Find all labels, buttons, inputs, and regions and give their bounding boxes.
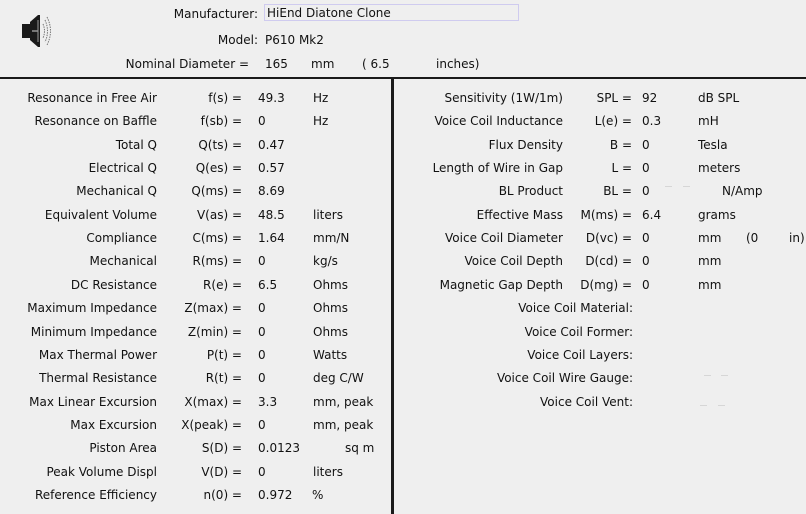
- param-label: Reference Efficiency: [34, 487, 157, 502]
- param-symbol: X(peak) =: [181, 417, 242, 432]
- param-unit: mm: [698, 277, 722, 292]
- field-label: Voice Coil Layers:: [527, 347, 633, 362]
- field-label: Voice Coil Wire Gauge:: [496, 371, 633, 386]
- manufacturer-value: HiEnd Diatone Clone: [267, 6, 391, 20]
- diameter-inches-unit: inches): [436, 57, 480, 71]
- voice-coil-field-row: Voice Coil Material:: [0, 300, 806, 316]
- param-symbol: D(mg) =: [580, 277, 632, 292]
- param-unit: Tesla: [698, 137, 728, 152]
- param-unit: grams: [698, 207, 736, 222]
- diameter-mm-unit: mm: [311, 57, 335, 71]
- right-param-row: Effective Mass M(ms) = 6.4 grams: [0, 207, 806, 223]
- diameter-mm-value[interactable]: 165: [265, 57, 288, 71]
- param-value[interactable]: 0: [258, 417, 266, 433]
- right-param-row: Length of Wire in Gap L = 0 meters: [0, 160, 806, 176]
- diameter-inches-value: ( 6.5: [362, 57, 390, 71]
- param-symbol: SPL =: [596, 91, 632, 105]
- param-value[interactable]: 0: [258, 464, 266, 480]
- left-param-row: Peak Volume Displ V(D) = 0 liters: [0, 464, 806, 480]
- left-param-row: Max Excursion X(peak) = 0 mm, peak: [0, 417, 806, 433]
- right-param-row: Sensitivity (1W/1m) SPL = 92 dB SPL: [0, 90, 806, 106]
- voice-coil-field-row: Voice Coil Layers:: [0, 347, 806, 363]
- param-unit: dB SPL: [698, 91, 740, 105]
- param-symbol: D(vc) =: [585, 231, 632, 246]
- param-label: Flux Density: [488, 137, 563, 152]
- left-param-row: Reference Efficiency n(0) = 0.972%: [0, 487, 806, 503]
- param-value[interactable]: 92: [642, 90, 657, 106]
- voice-coil-field-row: Voice Coil Vent:: [0, 394, 806, 410]
- param-symbol: M(ms) =: [580, 207, 632, 222]
- param-unit: meters: [698, 161, 741, 176]
- model-value[interactable]: P610 Mk2: [265, 33, 324, 47]
- param-inches-unit: in): [789, 231, 805, 246]
- empty-field-mark: [665, 186, 672, 187]
- diameter-label: Nominal Diameter =: [125, 57, 249, 71]
- param-value[interactable]: 6.4: [642, 207, 661, 223]
- param-unit: %: [312, 487, 324, 502]
- param-value[interactable]: 0.0123: [258, 440, 300, 456]
- param-unit: mm, peak: [313, 417, 374, 432]
- empty-field-mark: [704, 375, 711, 376]
- param-value[interactable]: 0: [642, 137, 650, 153]
- manufacturer-field[interactable]: HiEnd Diatone Clone: [264, 4, 519, 21]
- param-unit: sq m: [345, 441, 375, 456]
- param-symbol: B =: [609, 137, 632, 152]
- param-value[interactable]: 0: [642, 277, 650, 293]
- param-label: Voice Coil Diameter: [445, 231, 563, 246]
- param-symbol: L(e) =: [594, 114, 632, 129]
- param-label: Magnetic Gap Depth: [439, 277, 563, 292]
- param-label: Voice Coil Inductance: [434, 114, 563, 129]
- param-label: BL Product: [498, 184, 563, 199]
- manufacturer-label: Manufacturer:: [173, 7, 258, 21]
- empty-field-mark: [683, 186, 690, 187]
- right-param-row: Voice Coil Diameter D(vc) = 0 mm (0 in): [0, 230, 806, 246]
- param-value[interactable]: 0: [642, 160, 650, 176]
- param-value[interactable]: 0: [642, 183, 650, 199]
- param-inches-value: (0: [746, 231, 759, 246]
- param-label: Voice Coil Depth: [464, 254, 563, 269]
- header-divider: [0, 77, 806, 79]
- param-symbol: D(cd) =: [585, 254, 632, 269]
- left-param-row: Piston Area S(D) = 0.0123 sq m: [0, 440, 806, 456]
- right-param-row: Flux Density B = 0 Tesla: [0, 137, 806, 153]
- right-param-row: Voice Coil Inductance L(e) = 0.3 mH: [0, 113, 806, 129]
- param-label: Piston Area: [89, 441, 157, 456]
- param-unit: mm: [698, 254, 722, 269]
- param-unit: mH: [698, 114, 719, 129]
- param-unit: mm: [698, 231, 722, 246]
- param-label: Effective Mass: [476, 207, 563, 222]
- field-label: Voice Coil Vent:: [540, 394, 633, 409]
- right-param-row: Voice Coil Depth D(cd) = 0 mm: [0, 253, 806, 269]
- empty-field-mark: [700, 405, 707, 406]
- param-value[interactable]: 0.972: [258, 487, 292, 503]
- param-value[interactable]: 0.3: [642, 113, 661, 129]
- param-label: Max Excursion: [70, 417, 157, 432]
- param-symbol: S(D) =: [201, 441, 242, 456]
- voice-coil-field-row: Voice Coil Former:: [0, 324, 806, 340]
- param-label: Sensitivity (1W/1m): [444, 91, 563, 105]
- param-unit: N/Amp: [722, 184, 763, 199]
- speaker-icon: [22, 15, 51, 47]
- param-symbol: n(0) =: [203, 487, 242, 502]
- param-label: Length of Wire in Gap: [432, 161, 563, 176]
- right-param-row: Magnetic Gap Depth D(mg) = 0 mm: [0, 277, 806, 293]
- param-symbol: V(D) =: [201, 464, 242, 479]
- empty-field-mark: [718, 405, 725, 406]
- voice-coil-field-row: Voice Coil Wire Gauge:: [0, 370, 806, 386]
- param-value[interactable]: 0: [642, 253, 650, 269]
- param-value[interactable]: 0: [642, 230, 650, 246]
- empty-field-mark: [721, 375, 728, 376]
- param-symbol: BL =: [603, 184, 632, 199]
- param-symbol: L =: [611, 161, 632, 176]
- param-unit: liters: [313, 464, 343, 479]
- field-label: Voice Coil Material:: [518, 301, 633, 316]
- param-label: Peak Volume Displ: [46, 464, 157, 479]
- field-label: Voice Coil Former:: [524, 324, 633, 339]
- model-label: Model:: [217, 33, 258, 47]
